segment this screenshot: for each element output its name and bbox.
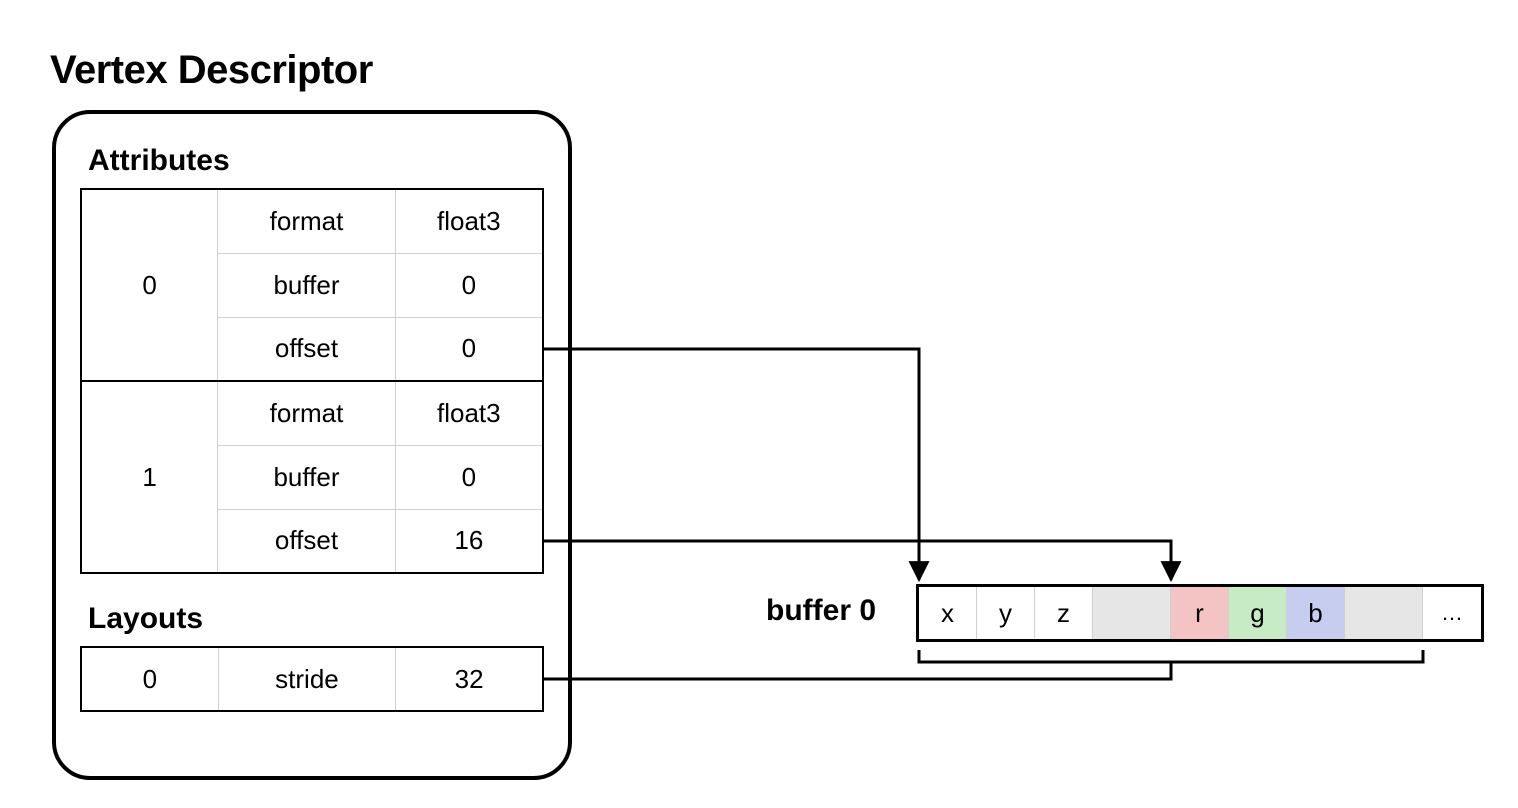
layouts-table: 0 stride 32	[80, 646, 544, 712]
buffer-row: x y z r g b …	[916, 584, 1484, 642]
table-row: 0 format float3	[81, 189, 543, 253]
attr-value: 0	[395, 253, 543, 317]
layout-value: 32	[396, 647, 543, 711]
attributes-table: 0 format float3 buffer 0 offset 0 1 form…	[80, 188, 544, 574]
buffer-cell-pad	[1345, 587, 1423, 639]
buffer-cell: x	[919, 587, 977, 639]
layouts-heading: Layouts	[88, 602, 544, 636]
buffer-cell-ellipsis: …	[1423, 587, 1481, 639]
attributes-heading: Attributes	[88, 144, 544, 178]
attr-value: float3	[395, 189, 543, 253]
table-row: 0 stride 32	[81, 647, 543, 711]
attr-value: float3	[395, 381, 543, 445]
attr-key: buffer	[218, 253, 395, 317]
attr-key: offset	[218, 509, 395, 573]
attr-key: format	[218, 381, 395, 445]
attr-key: format	[218, 189, 395, 253]
buffer-cell-pad	[1093, 587, 1171, 639]
buffer-cell: z	[1035, 587, 1093, 639]
attr-key: offset	[218, 317, 395, 381]
table-row: 1 format float3	[81, 381, 543, 445]
buffer-cell: b	[1287, 587, 1345, 639]
layout-key: stride	[218, 647, 395, 711]
buffer-cell: r	[1171, 587, 1229, 639]
buffer-cell: g	[1229, 587, 1287, 639]
vertex-descriptor-box: Attributes 0 format float3 buffer 0 offs…	[52, 110, 572, 780]
attribute-index: 0	[81, 189, 218, 381]
attribute-index: 1	[81, 381, 218, 573]
layout-index: 0	[81, 647, 218, 711]
attr-key: buffer	[218, 445, 395, 509]
buffer-label: buffer 0	[766, 594, 876, 628]
attr-value: 16	[395, 509, 543, 573]
attr-value: 0	[395, 317, 543, 381]
diagram-title: Vertex Descriptor	[50, 48, 373, 93]
attr-value: 0	[395, 445, 543, 509]
buffer-cell: y	[977, 587, 1035, 639]
